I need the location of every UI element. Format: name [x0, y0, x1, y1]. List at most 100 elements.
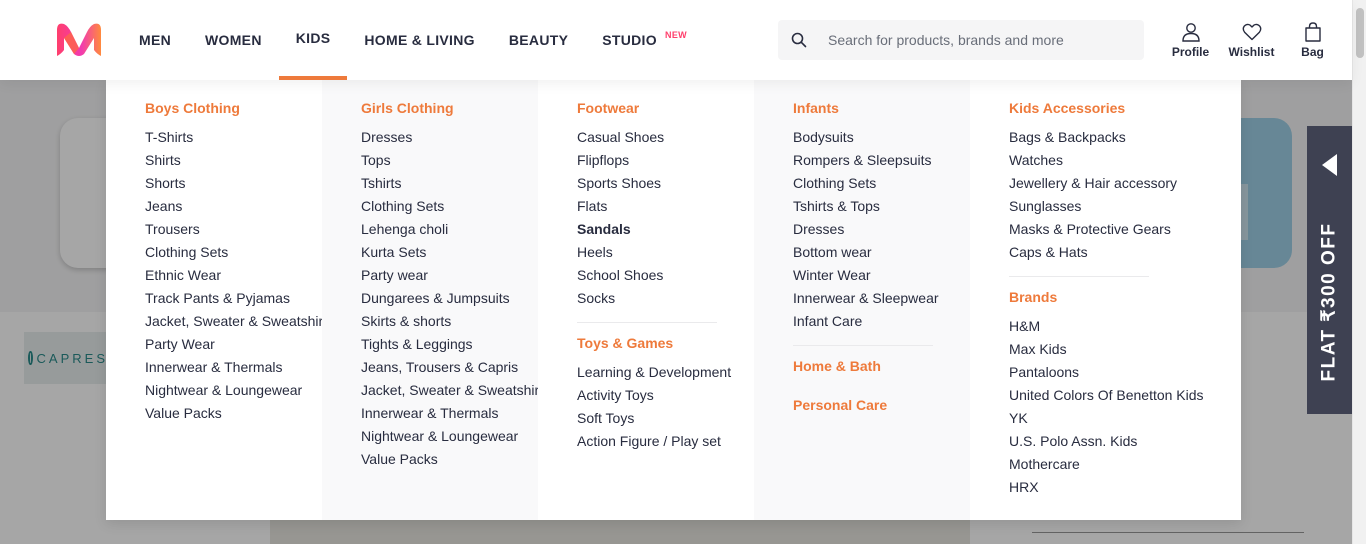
search-bar[interactable]: [778, 20, 1144, 60]
nav-studio[interactable]: STUDIO NEW: [585, 0, 687, 80]
menu-item[interactable]: United Colors Of Benetton Kids: [1009, 384, 1241, 407]
menu-item[interactable]: Tights & Leggings: [361, 333, 538, 356]
menu-item[interactable]: Shirts: [145, 149, 322, 172]
menu-item[interactable]: Dresses: [793, 218, 970, 241]
toys-games-list: Learning & Development Activity Toys Soft …: [577, 361, 754, 453]
menu-item[interactable]: Trousers: [145, 218, 322, 241]
menu-item[interactable]: Innerwear & Sleepwear: [793, 287, 970, 310]
scrollbar-thumb[interactable]: [1356, 8, 1364, 58]
category-kids-accessories[interactable]: Kids Accessories: [1009, 100, 1241, 116]
nav-kids-label: KIDS: [295, 30, 331, 46]
category-girls-clothing[interactable]: Girls Clothing: [361, 100, 538, 116]
menu-item[interactable]: Rompers & Sleepsuits: [793, 149, 970, 172]
menu-item[interactable]: Jacket, Sweater & Sweatshirts: [145, 310, 334, 333]
menu-item[interactable]: Sandals: [577, 218, 754, 241]
menu-item[interactable]: Action Figure / Play set: [577, 430, 754, 453]
nav-home-living[interactable]: HOME & LIVING: [347, 0, 491, 80]
menu-item[interactable]: School Shoes: [577, 264, 754, 287]
nav-men[interactable]: MEN: [122, 0, 188, 80]
menu-item[interactable]: Flats: [577, 195, 754, 218]
menu-item[interactable]: Jeans, Trousers & Capris: [361, 356, 538, 379]
category-footwear[interactable]: Footwear: [577, 100, 754, 116]
menu-item[interactable]: H&M: [1009, 315, 1241, 338]
menu-item[interactable]: Soft Toys: [577, 407, 754, 430]
nav-women-label: WOMEN: [205, 32, 262, 48]
infants-list: Bodysuits Rompers & Sleepsuits Clothing Se…: [793, 126, 970, 333]
menu-item[interactable]: Casual Shoes: [577, 126, 754, 149]
menu-item[interactable]: Nightwear & Loungewear: [361, 425, 538, 448]
wishlist-button[interactable]: Wishlist: [1221, 0, 1282, 80]
menu-item[interactable]: Clothing Sets: [145, 241, 322, 264]
menu-item[interactable]: Watches: [1009, 149, 1241, 172]
menu-item[interactable]: Value Packs: [145, 402, 322, 425]
menu-item[interactable]: Nightwear & Loungewear: [145, 379, 322, 402]
nav-beauty[interactable]: BEAUTY: [492, 0, 585, 80]
menu-item[interactable]: Tops: [361, 149, 538, 172]
menu-column-4: Infants Bodysuits Rompers & Sleepsuits Clo…: [754, 80, 970, 520]
search-input[interactable]: [828, 32, 1128, 48]
menu-item[interactable]: Activity Toys: [577, 384, 754, 407]
menu-item[interactable]: Tshirts: [361, 172, 538, 195]
category-home-bath[interactable]: Home & Bath: [793, 358, 970, 374]
menu-item[interactable]: Innerwear & Thermals: [145, 356, 322, 379]
menu-item[interactable]: Jacket, Sweater & Sweatshirts: [361, 379, 550, 402]
menu-item[interactable]: YK: [1009, 407, 1241, 430]
menu-item[interactable]: U.S. Polo Assn. Kids: [1009, 430, 1241, 453]
menu-item[interactable]: Masks & Protective Gears: [1009, 218, 1241, 241]
menu-item[interactable]: Dresses: [361, 126, 538, 149]
myntra-logo[interactable]: [54, 20, 104, 58]
menu-item[interactable]: Jewellery & Hair accessory: [1009, 172, 1241, 195]
menu-item[interactable]: Party Wear: [145, 333, 322, 356]
divider: [1009, 276, 1149, 277]
menu-item[interactable]: Winter Wear: [793, 264, 970, 287]
menu-item[interactable]: Max Kids: [1009, 338, 1241, 361]
divider: [577, 322, 717, 323]
menu-item[interactable]: Value Packs: [361, 448, 538, 471]
menu-item[interactable]: Track Pants & Pyjamas: [145, 287, 322, 310]
menu-item[interactable]: Pantaloons: [1009, 361, 1241, 384]
girls-clothing-list: Dresses Tops Tshirts Clothing Sets Lehenga c…: [361, 126, 550, 471]
menu-item[interactable]: HRX: [1009, 476, 1241, 499]
menu-item[interactable]: Heels: [577, 241, 754, 264]
scrollbar[interactable]: [1352, 0, 1366, 544]
menu-item[interactable]: Infant Care: [793, 310, 970, 333]
category-brands[interactable]: Brands: [1009, 289, 1241, 305]
kids-accessories-list: Bags & Backpacks Watches Jewellery & Hair …: [1009, 126, 1241, 264]
menu-item[interactable]: Lehenga choli: [361, 218, 538, 241]
menu-item[interactable]: Clothing Sets: [793, 172, 970, 195]
menu-item[interactable]: Bags & Backpacks: [1009, 126, 1241, 149]
brands-list: H&M Max Kids Pantaloons United Colors Of Be…: [1009, 315, 1241, 499]
profile-button[interactable]: Profile: [1160, 0, 1221, 80]
menu-item[interactable]: T-Shirts: [145, 126, 322, 149]
menu-item[interactable]: Shorts: [145, 172, 322, 195]
menu-item[interactable]: Bodysuits: [793, 126, 970, 149]
bag-label: Bag: [1301, 44, 1324, 59]
bag-button[interactable]: Bag: [1282, 0, 1343, 80]
nav-women[interactable]: WOMEN: [188, 0, 279, 80]
menu-item[interactable]: Kurta Sets: [361, 241, 538, 264]
category-infants[interactable]: Infants: [793, 100, 970, 116]
menu-item[interactable]: Flipflops: [577, 149, 754, 172]
menu-item[interactable]: Clothing Sets: [361, 195, 538, 218]
promo-offer-tab[interactable]: FLAT ₹300 OFF: [1307, 126, 1352, 414]
bag-icon: [1304, 21, 1322, 42]
category-personal-care[interactable]: Personal Care: [793, 397, 970, 413]
menu-item[interactable]: Party wear: [361, 264, 538, 287]
menu-item[interactable]: Caps & Hats: [1009, 241, 1241, 264]
nav-kids[interactable]: KIDS: [278, 0, 348, 80]
search-icon[interactable]: [778, 20, 820, 60]
menu-item[interactable]: Innerwear & Thermals: [361, 402, 538, 425]
menu-item[interactable]: Mothercare: [1009, 453, 1241, 476]
menu-item[interactable]: Tshirts & Tops: [793, 195, 970, 218]
category-toys-games[interactable]: Toys & Games: [577, 335, 754, 351]
category-boys-clothing[interactable]: Boys Clothing: [145, 100, 322, 116]
menu-item[interactable]: Dungarees & Jumpsuits: [361, 287, 538, 310]
menu-item[interactable]: Jeans: [145, 195, 322, 218]
menu-item[interactable]: Socks: [577, 287, 754, 310]
menu-item[interactable]: Ethnic Wear: [145, 264, 322, 287]
menu-item[interactable]: Learning & Development: [577, 361, 754, 384]
menu-item[interactable]: Bottom wear: [793, 241, 970, 264]
menu-item[interactable]: Sunglasses: [1009, 195, 1241, 218]
menu-item[interactable]: Skirts & shorts: [361, 310, 538, 333]
menu-item[interactable]: Sports Shoes: [577, 172, 754, 195]
